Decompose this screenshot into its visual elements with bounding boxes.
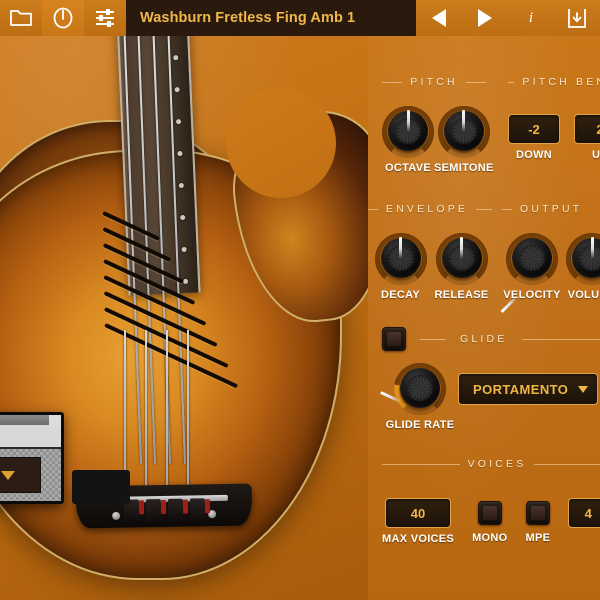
voices-header: VOICES (382, 456, 600, 472)
field-bend-down[interactable]: -2 DOWN (508, 114, 560, 161)
pitch-title: PITCH (410, 76, 458, 88)
max-voices-label: MAX VOICES (382, 533, 455, 545)
mini-window-display (0, 425, 61, 449)
output-header: OUTPUT (502, 201, 600, 217)
field-voices-extra[interactable]: 4 (568, 498, 600, 528)
glide-title: GLIDE (460, 333, 508, 345)
bend-up-value[interactable]: 2 (574, 114, 600, 144)
mpe-toggle[interactable] (525, 501, 550, 525)
info-button[interactable]: i (508, 0, 554, 36)
knob-velocity[interactable]: VELOCITY (499, 233, 562, 314)
next-preset-button[interactable] (462, 0, 508, 36)
save-download-icon (568, 9, 586, 28)
toolbar-right-group: i (416, 0, 600, 36)
output-title: OUTPUT (520, 203, 583, 215)
envelope-title: ENVELOPE (385, 203, 469, 215)
plugin-toolbar: Washburn Fretless Fing Amb 1 i (0, 0, 600, 36)
instrument-artwork (0, 0, 368, 600)
knob-semitone[interactable]: SEMITONE (434, 106, 494, 174)
previous-preset-button[interactable] (416, 0, 462, 36)
chevron-down-icon (578, 385, 588, 393)
release-label: RELEASE (434, 289, 489, 301)
clock-knob-icon (53, 7, 73, 29)
field-max-voices[interactable]: 40 MAX VOICES (382, 498, 454, 545)
glide-rate-label: GLIDE RATE (385, 419, 455, 431)
section-envelope: ENVELOPE DECAY RELEASE (368, 201, 492, 301)
field-bend-up[interactable]: 2 UP (574, 114, 600, 161)
mini-window-screen (0, 457, 41, 493)
decay-label: DECAY (381, 289, 420, 301)
section-glide: GLIDE GLIDE RATE PORTAMENTO (379, 327, 600, 431)
mini-window-grid (0, 449, 61, 501)
mpe-label: MPE (525, 532, 551, 544)
octave-label: OCTAVE (384, 162, 431, 174)
knob-decay[interactable]: DECAY (370, 233, 431, 301)
envelope-header: ENVELOPE (368, 201, 492, 217)
sliders-icon (96, 9, 114, 27)
pitch-bend-header: PITCH BEND (508, 74, 600, 90)
guitar-pickup-block (72, 470, 130, 504)
browse-button[interactable] (0, 0, 42, 36)
toggle-mono[interactable]: MONO (472, 501, 507, 544)
prev-triangle-icon (432, 9, 446, 27)
section-pitch-bend: PITCH BEND -2 DOWN 2 UP (508, 74, 600, 161)
knob-volume[interactable]: VOLUME (562, 233, 600, 301)
preset-name-display[interactable]: Washburn Fretless Fing Amb 1 (126, 0, 416, 36)
section-pitch: PITCH OCTAVE SEMITONE (382, 74, 493, 174)
voices-title: VOICES (467, 458, 527, 470)
control-panel: PITCH OCTAVE SEMITONE PITCH BE -2 DOWN 2… (368, 36, 600, 600)
mono-toggle[interactable] (477, 501, 502, 525)
info-icon: i (528, 9, 534, 26)
glide-mode-dropdown[interactable]: PORTAMENTO (458, 373, 598, 405)
glide-header: GLIDE (382, 327, 600, 351)
next-triangle-icon (478, 9, 492, 27)
plugin-window: PITCH OCTAVE SEMITONE PITCH BE -2 DOWN 2… (0, 0, 600, 600)
section-voices: VOICES 40 MAX VOICES MONO MPE 4 (382, 456, 600, 545)
mono-label: MONO (472, 532, 508, 544)
caret-down-icon (1, 470, 15, 480)
volume-label: VOLUME (567, 289, 600, 301)
toggle-mpe[interactable]: MPE (526, 501, 551, 544)
save-preset-button[interactable] (554, 0, 600, 36)
pitch-bend-title: PITCH BEND (522, 76, 600, 88)
guitar-pickguard-stripes (102, 203, 315, 389)
mini-window-resize-handle[interactable] (49, 415, 61, 427)
settings-button[interactable] (84, 0, 126, 36)
preset-browser-button[interactable] (42, 0, 84, 36)
bend-down-value[interactable]: -2 (508, 114, 560, 144)
bend-down-label: DOWN (515, 149, 553, 161)
semitone-label: SEMITONE (434, 162, 494, 174)
guitar-cutaway-notch (226, 88, 336, 198)
folder-icon (10, 10, 32, 26)
knob-glide-rate[interactable]: GLIDE RATE (379, 363, 458, 431)
floating-utility-window[interactable] (0, 412, 64, 504)
max-voices-value[interactable]: 40 (385, 498, 452, 528)
knob-release[interactable]: RELEASE (431, 233, 492, 301)
glide-enable-toggle[interactable] (382, 327, 406, 351)
pitch-header: PITCH (382, 74, 486, 90)
voices-extra-value[interactable]: 4 (568, 498, 600, 528)
bend-up-label: UP (592, 149, 600, 161)
glide-mode-value: PORTAMENTO (473, 381, 569, 397)
section-output: OUTPUT VELOCITY VOLU (499, 201, 600, 314)
knob-octave[interactable]: OCTAVE (382, 106, 434, 174)
